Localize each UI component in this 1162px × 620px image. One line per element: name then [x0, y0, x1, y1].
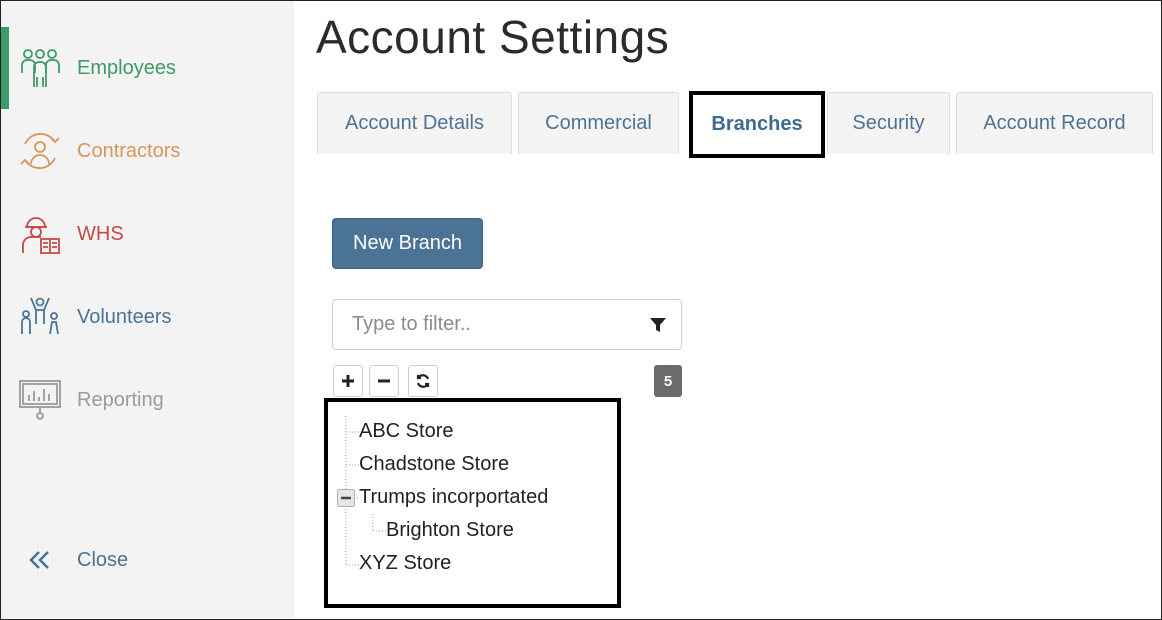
collapse-node-toggle[interactable] [337, 489, 355, 507]
tab-label: Security [852, 112, 925, 134]
sidebar-item-label: Contractors [77, 139, 181, 162]
worker-safety-icon [22, 217, 60, 254]
collapse-all-button[interactable] [369, 365, 399, 397]
tab-label: Account Record [983, 112, 1126, 134]
filter-funnel-icon[interactable] [649, 316, 667, 334]
refresh-tree-button[interactable] [408, 365, 438, 397]
branch-count-badge: 5 [654, 365, 682, 397]
sidebar-item-contractors[interactable]: Contractors [1, 110, 294, 192]
volunteers-icon [21, 297, 59, 335]
active-indicator [1, 27, 9, 109]
expand-all-button[interactable] [333, 365, 363, 397]
sidebar-item-label: Volunteers [77, 305, 172, 328]
tab-label: Commercial [545, 112, 652, 134]
tab-label: Branches [711, 113, 803, 135]
people-group-icon [21, 49, 60, 87]
tab-security[interactable]: Security [827, 92, 950, 154]
new-branch-button[interactable]: New Branch [332, 218, 483, 269]
tab-account-record[interactable]: Account Record [956, 92, 1153, 154]
sidebar-item-employees[interactable]: Employees [1, 27, 294, 109]
tree-node-brighton-store[interactable]: Brighton Store [386, 519, 514, 542]
filter-input[interactable] [334, 301, 634, 348]
close-label: Close [77, 548, 129, 571]
sidebar-item-whs[interactable]: WHS [1, 193, 294, 275]
sidebar-item-reporting[interactable]: Reporting [1, 359, 294, 441]
minus-icon [378, 379, 390, 383]
tree-node-trumps-incorportated[interactable]: Trumps incorportated [359, 486, 548, 509]
sidebar-item-volunteers[interactable]: Volunteers [1, 276, 294, 358]
sidebar-item-label: Employees [77, 56, 176, 79]
sidebar-item-label: WHS [77, 222, 124, 245]
page-title: Account Settings [316, 11, 670, 63]
double-chevron-left-icon [29, 551, 49, 569]
plus-icon [342, 375, 354, 387]
presentation-chart-icon [19, 380, 61, 420]
contractor-cycle-icon [20, 133, 60, 169]
sidebar-item-label: Reporting [77, 388, 164, 411]
tab-label: Account Details [345, 112, 484, 134]
tab-branches[interactable]: Branches [689, 91, 825, 158]
tab-account-details[interactable]: Account Details [317, 92, 512, 154]
tab-commercial[interactable]: Commercial [518, 92, 679, 154]
sidebar-close-button[interactable]: Close [1, 536, 294, 584]
tree-node-chadstone-store[interactable]: Chadstone Store [359, 453, 509, 476]
tree-node-abc-store[interactable]: ABC Store [359, 420, 453, 443]
branch-tree: ABC Store Chadstone Store Trumps incorpo… [324, 398, 621, 608]
tree-node-xyz-store[interactable]: XYZ Store [359, 552, 451, 575]
sidebar: Employees Contractors WHS Volunteers Rep… [1, 1, 294, 618]
filter-box [332, 299, 682, 350]
refresh-icon [416, 374, 430, 388]
